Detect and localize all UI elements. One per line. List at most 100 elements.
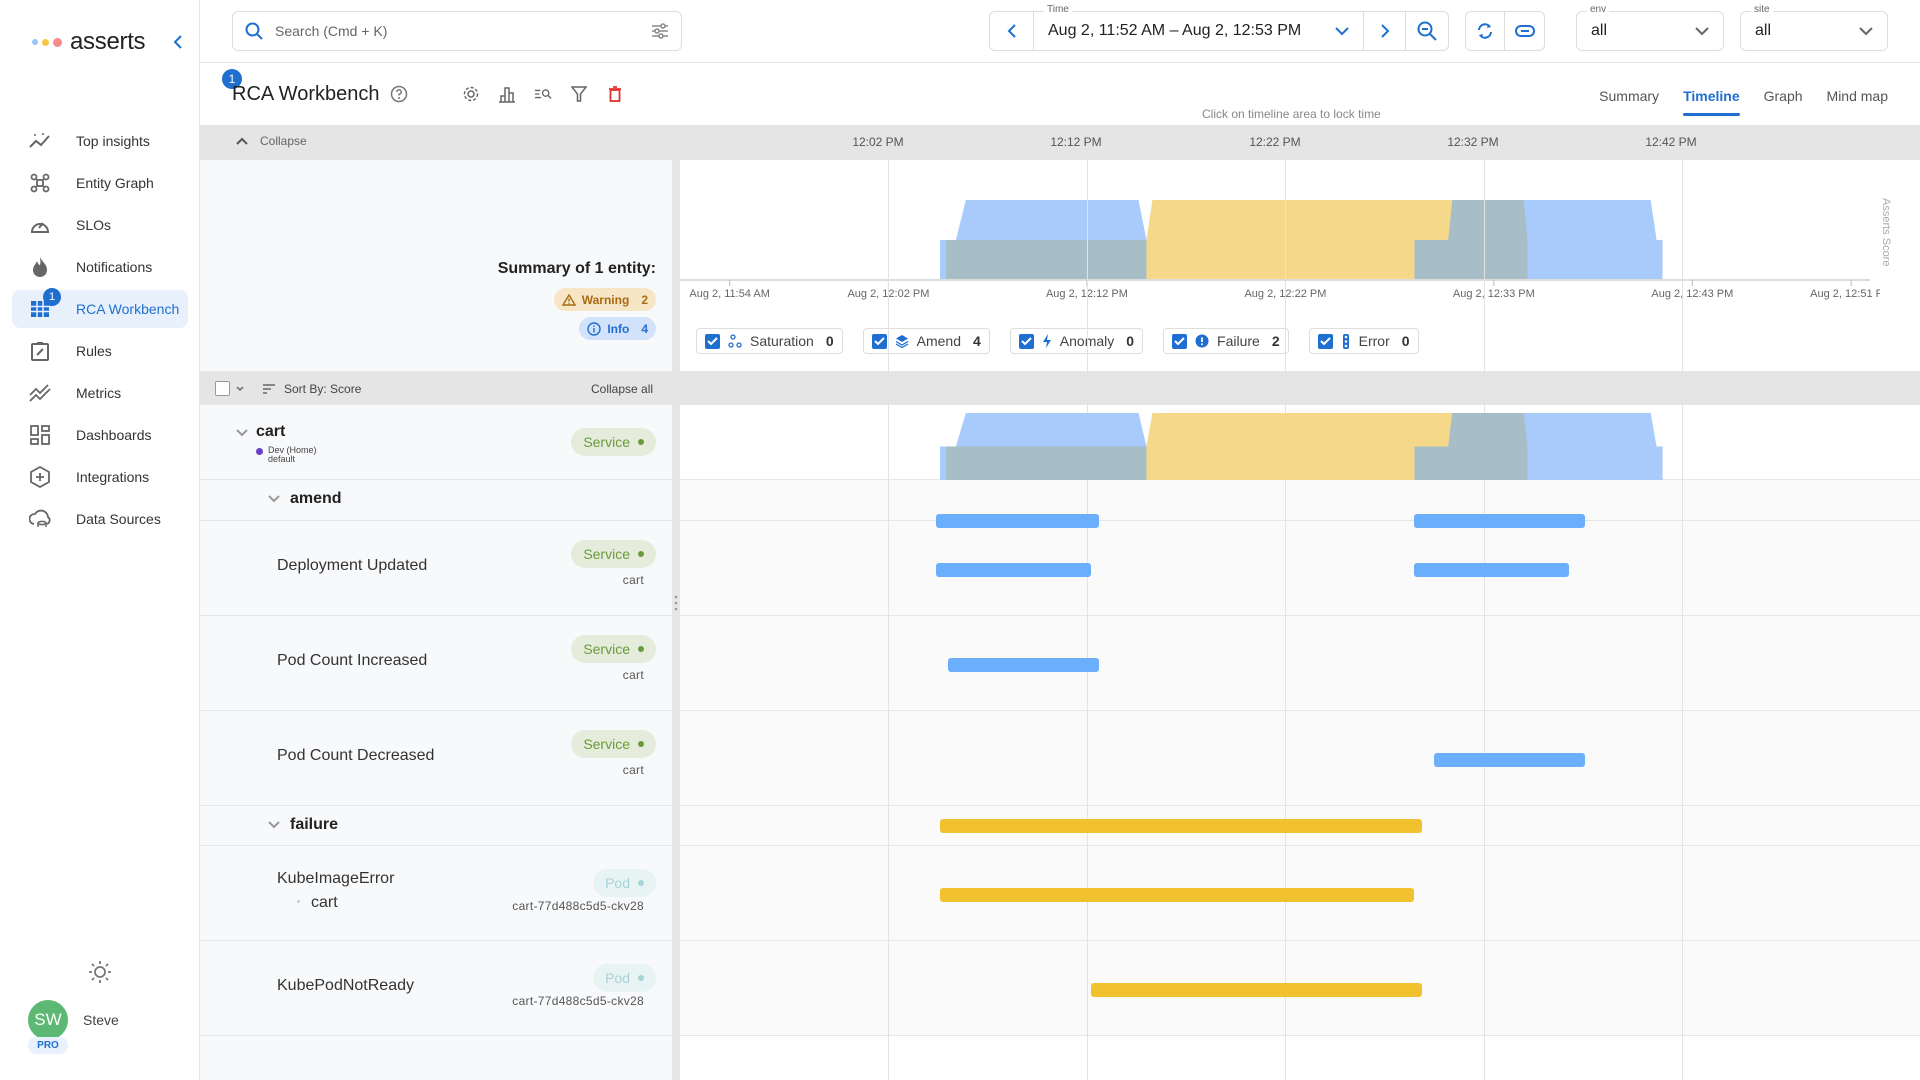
- top-tick-label: 12:02 PM: [852, 135, 904, 149]
- search-box[interactable]: [232, 11, 682, 51]
- kube-image-error-timeline-bar[interactable]: [940, 888, 1415, 902]
- pod-count-decreased-timeline-bar[interactable]: [1434, 753, 1586, 767]
- site-select[interactable]: site all: [1740, 4, 1888, 51]
- kube-pod-not-ready-timeline-bar[interactable]: [1090, 983, 1423, 997]
- entity-type-badge[interactable]: Service: [571, 428, 656, 456]
- collapse-chart-button[interactable]: Collapse: [236, 134, 307, 148]
- entity-type-badge[interactable]: Service: [571, 540, 656, 568]
- list-item[interactable]: KubePodNotReady Pod cart-77d488c5d5-ckv2…: [200, 941, 1920, 1036]
- entity-name[interactable]: cart: [256, 423, 285, 441]
- chart-view-button[interactable]: [498, 85, 516, 103]
- theme-toggle-button[interactable]: [88, 960, 112, 984]
- layers-icon: [895, 335, 908, 348]
- sidebar-item-top-insights[interactable]: Top insights: [12, 122, 188, 160]
- copy-link-button[interactable]: [1505, 12, 1544, 50]
- search-input[interactable]: [275, 23, 635, 39]
- entity-type-badge[interactable]: Pod: [593, 964, 656, 992]
- insight-target: cart-77d488c5d5-ckv28: [512, 899, 644, 913]
- time-range-select[interactable]: Time Aug 2, 11:52 AM – Aug 2, 12:53 PM: [1034, 4, 1364, 50]
- deployment-updated-timeline-bar[interactable]: [936, 563, 1091, 577]
- entity-type-badge[interactable]: Service: [571, 635, 656, 663]
- checkbox-checked-icon[interactable]: [1317, 333, 1333, 349]
- delete-button[interactable]: [606, 85, 624, 103]
- sidebar-item-rca-workbench[interactable]: 1 RCA Workbench: [12, 288, 188, 328]
- failure-timeline-bar[interactable]: [940, 819, 1423, 833]
- entity-type-badge[interactable]: Pod: [593, 869, 656, 897]
- chevron-down-icon[interactable]: [268, 495, 280, 503]
- legend-amend[interactable]: Amend 4: [862, 328, 990, 354]
- type-label: Service: [583, 641, 630, 657]
- checkbox-checked-icon[interactable]: [871, 333, 887, 349]
- deployment-updated-timeline-bar[interactable]: [1414, 563, 1570, 577]
- search-list-button[interactable]: [534, 85, 552, 103]
- insight-name[interactable]: KubePodNotReady: [277, 977, 414, 995]
- time-prev-button[interactable]: [990, 12, 1034, 50]
- warning-triangle-icon: [561, 293, 576, 306]
- failure-area: [1146, 413, 1453, 480]
- chevron-down-icon[interactable]: [268, 821, 280, 829]
- tab-graph[interactable]: Graph: [1764, 88, 1803, 116]
- entity-summary: Summary of 1 entity: Warning 2 Info 4: [200, 260, 656, 341]
- checkbox-checked-icon[interactable]: [705, 333, 720, 349]
- insight-name[interactable]: Pod Count Increased: [277, 652, 427, 670]
- axis-tick-label: Aug 2, 12:43 PM: [1651, 288, 1733, 300]
- sidebar-item-integrations[interactable]: Integrations: [12, 458, 188, 496]
- tab-summary[interactable]: Summary: [1599, 88, 1659, 116]
- plan-badge: PRO: [28, 1037, 68, 1054]
- warning-count-badge[interactable]: Warning 2: [553, 288, 656, 311]
- user-avatar[interactable]: SW: [28, 1000, 68, 1040]
- sidebar-item-slos[interactable]: SLOs: [12, 206, 188, 244]
- list-search-icon: [534, 89, 552, 99]
- filter-button[interactable]: [570, 85, 588, 103]
- time-next-button[interactable]: [1364, 12, 1406, 50]
- sort-by-button[interactable]: Sort By: Score: [284, 382, 361, 396]
- sidebar-item-rules[interactable]: Rules: [12, 332, 188, 370]
- list-item[interactable]: Pod Count Decreased Service cart: [200, 711, 1920, 806]
- insight-name[interactable]: KubeImageError: [277, 870, 394, 888]
- tab-timeline[interactable]: Timeline: [1683, 88, 1740, 116]
- sidebar-item-dashboards[interactable]: Dashboards: [12, 416, 188, 454]
- sidebar-item-entity-graph[interactable]: Entity Graph: [12, 164, 188, 202]
- legend-saturation[interactable]: Saturation 0: [696, 328, 843, 354]
- collapse-sidebar-button[interactable]: [172, 34, 184, 50]
- insight-name[interactable]: Deployment Updated: [277, 557, 427, 575]
- settings-button[interactable]: [462, 85, 480, 103]
- user-name[interactable]: Steve: [83, 1012, 119, 1028]
- search-filter-button[interactable]: [651, 22, 669, 40]
- action-button-group: [1465, 11, 1545, 51]
- refresh-button[interactable]: [1466, 12, 1505, 50]
- checkbox-checked-icon[interactable]: [1172, 333, 1188, 349]
- insight-name[interactable]: Pod Count Decreased: [277, 747, 434, 765]
- entity-type-badge[interactable]: Service: [571, 730, 656, 758]
- axis-tick-label: Aug 2, 12:33 PM: [1453, 288, 1535, 300]
- pod-count-increased-timeline-bar[interactable]: [947, 658, 1099, 672]
- legend-anomaly[interactable]: Anomaly 0: [1009, 328, 1144, 354]
- legend-count: 4: [972, 333, 981, 349]
- tab-mind-map[interactable]: Mind map: [1827, 88, 1888, 116]
- checkbox-checked-icon[interactable]: [1018, 333, 1034, 349]
- select-all-checkbox[interactable]: [215, 381, 230, 396]
- status-dot-icon: [638, 880, 644, 886]
- app-logo[interactable]: asserts: [32, 28, 146, 56]
- sidebar-item-notifications[interactable]: Notifications: [12, 248, 188, 286]
- score-overview-chart[interactable]: Aug 2, 11:54 AM Aug 2, 12:02 PM Aug 2, 12:…: [680, 160, 1880, 310]
- collapse-all-button[interactable]: Collapse all: [591, 382, 653, 396]
- info-count-badge[interactable]: Info 4: [579, 317, 656, 340]
- chevron-down-icon[interactable]: [236, 429, 248, 437]
- sidebar-item-metrics[interactable]: Metrics: [12, 374, 188, 412]
- legend-error[interactable]: Error 0: [1308, 328, 1419, 354]
- help-button[interactable]: [390, 85, 408, 103]
- entity-score-chart[interactable]: [680, 405, 1920, 480]
- amend-timeline-bar[interactable]: [936, 514, 1099, 528]
- chevron-down-icon[interactable]: [236, 386, 244, 392]
- sidebar-item-data-sources[interactable]: Data Sources: [12, 500, 188, 538]
- env-select[interactable]: env all: [1576, 4, 1724, 51]
- type-label: Pod: [605, 970, 630, 986]
- sort-icon: [263, 384, 275, 394]
- zoom-out-button[interactable]: [1406, 12, 1448, 50]
- legend-count: 2: [1271, 333, 1280, 349]
- legend-failure[interactable]: Failure 2: [1163, 328, 1289, 354]
- warning-count: 2: [641, 292, 648, 307]
- amend-timeline-bar[interactable]: [1414, 514, 1586, 528]
- axis-tick-label: Aug 2, 11:54 AM: [689, 288, 770, 300]
